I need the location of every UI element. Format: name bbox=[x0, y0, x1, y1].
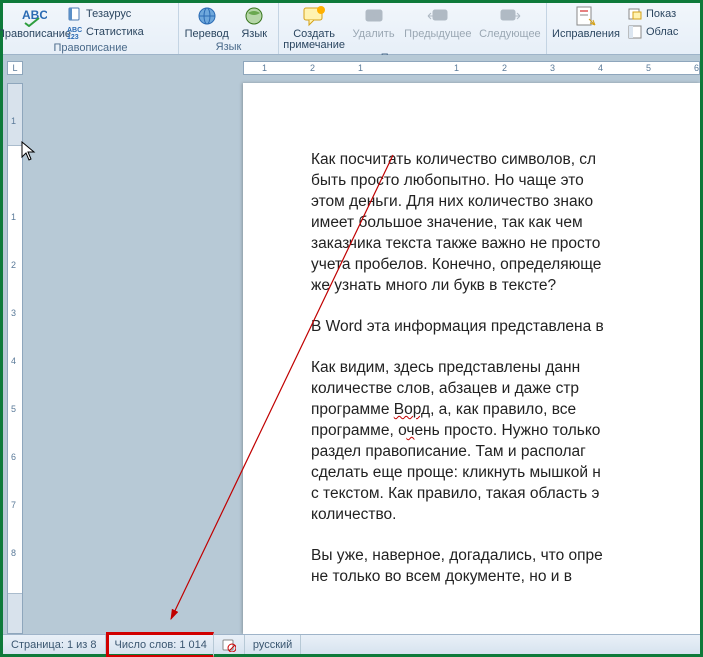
track-changes-label: Исправления bbox=[552, 29, 620, 40]
ribbon: ABC Правописание Тезаурус ABC123 Статист… bbox=[3, 3, 700, 55]
status-proofing[interactable] bbox=[214, 635, 245, 654]
show-markup-button[interactable]: Показ bbox=[625, 5, 680, 23]
group-tracking-label bbox=[551, 52, 696, 54]
ruler-tick: 1 bbox=[262, 63, 267, 73]
status-word-count[interactable]: Число слов: 1 014 bbox=[106, 632, 214, 657]
translate-button[interactable]: Перевод bbox=[183, 3, 230, 40]
show-markup-icon bbox=[627, 6, 643, 22]
spelling-icon: ABC bbox=[21, 5, 47, 27]
ruler-tick: 5 bbox=[646, 63, 651, 73]
svg-text:ABC: ABC bbox=[22, 8, 47, 22]
horizontal-ruler[interactable]: 12112345678 bbox=[243, 61, 700, 75]
status-page[interactable]: Страница: 1 из 8 bbox=[3, 635, 106, 654]
language-button[interactable]: Язык bbox=[234, 3, 274, 40]
cursor-icon bbox=[21, 141, 37, 161]
group-language-label: Язык bbox=[183, 40, 274, 54]
delete-comment-label: Удалить bbox=[353, 29, 395, 40]
status-bar: Страница: 1 из 8 Число слов: 1 014 русск… bbox=[3, 634, 700, 654]
group-proofing-label: Правописание bbox=[7, 41, 174, 55]
language-btn-label: Язык bbox=[241, 29, 267, 40]
ruler-tick: 1 bbox=[358, 63, 363, 73]
group-language: Перевод Язык Язык bbox=[179, 3, 279, 54]
ruler-tick: 2 bbox=[11, 260, 16, 270]
track-changes-icon bbox=[573, 5, 599, 27]
ruler-tick: 7 bbox=[11, 500, 16, 510]
ruler-tick: 6 bbox=[694, 63, 699, 73]
ruler-tick: 1 bbox=[454, 63, 459, 73]
svg-text:123: 123 bbox=[67, 34, 79, 40]
spelling-button[interactable]: ABC Правописание bbox=[7, 3, 61, 40]
stats-button[interactable]: ABC123 Статистика bbox=[65, 23, 146, 41]
delete-comment-button: Удалить bbox=[349, 3, 398, 40]
stats-icon: ABC123 bbox=[67, 24, 83, 40]
vertical-ruler[interactable]: 1123456789 bbox=[7, 83, 23, 634]
ruler-tick: 5 bbox=[11, 404, 16, 414]
ruler-tick: 3 bbox=[550, 63, 555, 73]
next-comment-label: Следующее bbox=[479, 29, 541, 40]
ruler-tick: 2 bbox=[502, 63, 507, 73]
document-paragraph: Как видим, здесь представлены данн колич… bbox=[311, 357, 700, 525]
ruler-tick: 1 bbox=[11, 212, 16, 222]
group-comments: Создать примечание Удалить Предыдущее Сл… bbox=[279, 3, 547, 54]
ruler-tick: 4 bbox=[598, 63, 603, 73]
ruler-tick: 8 bbox=[11, 548, 16, 558]
language-icon bbox=[241, 5, 267, 27]
ruler-tick: 6 bbox=[11, 452, 16, 462]
document-paragraph: Как посчитать количество символов, сл бы… bbox=[311, 149, 700, 296]
prev-comment-button: Предыдущее bbox=[402, 3, 474, 40]
next-comment-icon bbox=[497, 5, 523, 27]
ruler-tick: 1 bbox=[11, 116, 16, 126]
track-changes-button[interactable]: Исправления bbox=[551, 3, 621, 40]
thesaurus-button[interactable]: Тезаурус bbox=[65, 5, 146, 23]
prev-comment-icon bbox=[425, 5, 451, 27]
group-proofing: ABC Правописание Тезаурус ABC123 Статист… bbox=[3, 3, 179, 54]
svg-text:ABC: ABC bbox=[67, 27, 82, 34]
spelling-label: Правописание bbox=[0, 29, 71, 40]
ruler-tick: 2 bbox=[310, 63, 315, 73]
new-comment-button[interactable]: Создать примечание bbox=[283, 3, 345, 51]
translate-icon bbox=[194, 5, 220, 27]
ruler-tick: 3 bbox=[11, 308, 16, 318]
document-paragraph: Вы уже, наверное, догадались, что опре н… bbox=[311, 545, 700, 587]
prev-comment-label: Предыдущее bbox=[404, 29, 471, 40]
spelling-error[interactable]: ч bbox=[406, 422, 414, 439]
ruler-corner[interactable]: L bbox=[7, 61, 23, 75]
translate-label: Перевод bbox=[185, 29, 229, 40]
next-comment-button: Следующее bbox=[478, 3, 542, 40]
reviewing-pane-button[interactable]: Облас bbox=[625, 23, 680, 41]
spelling-error[interactable]: Ворд bbox=[394, 401, 430, 418]
new-comment-icon bbox=[301, 5, 327, 27]
new-comment-label: Создать примечание bbox=[283, 29, 345, 51]
delete-comment-icon bbox=[361, 5, 387, 27]
proofing-icon bbox=[222, 638, 236, 652]
reviewing-pane-icon bbox=[627, 24, 643, 40]
document-page[interactable]: Как посчитать количество символов, сл бы… bbox=[243, 83, 700, 634]
ruler-tick: 4 bbox=[11, 356, 16, 366]
thesaurus-icon bbox=[67, 6, 83, 22]
group-tracking: Исправления Показ Облас bbox=[547, 3, 700, 54]
workspace: L 12112345678 1123456789 Как посчитать к… bbox=[3, 55, 700, 634]
status-language[interactable]: русский bbox=[245, 635, 301, 654]
document-paragraph: В Word эта информация представлена в bbox=[311, 316, 700, 337]
